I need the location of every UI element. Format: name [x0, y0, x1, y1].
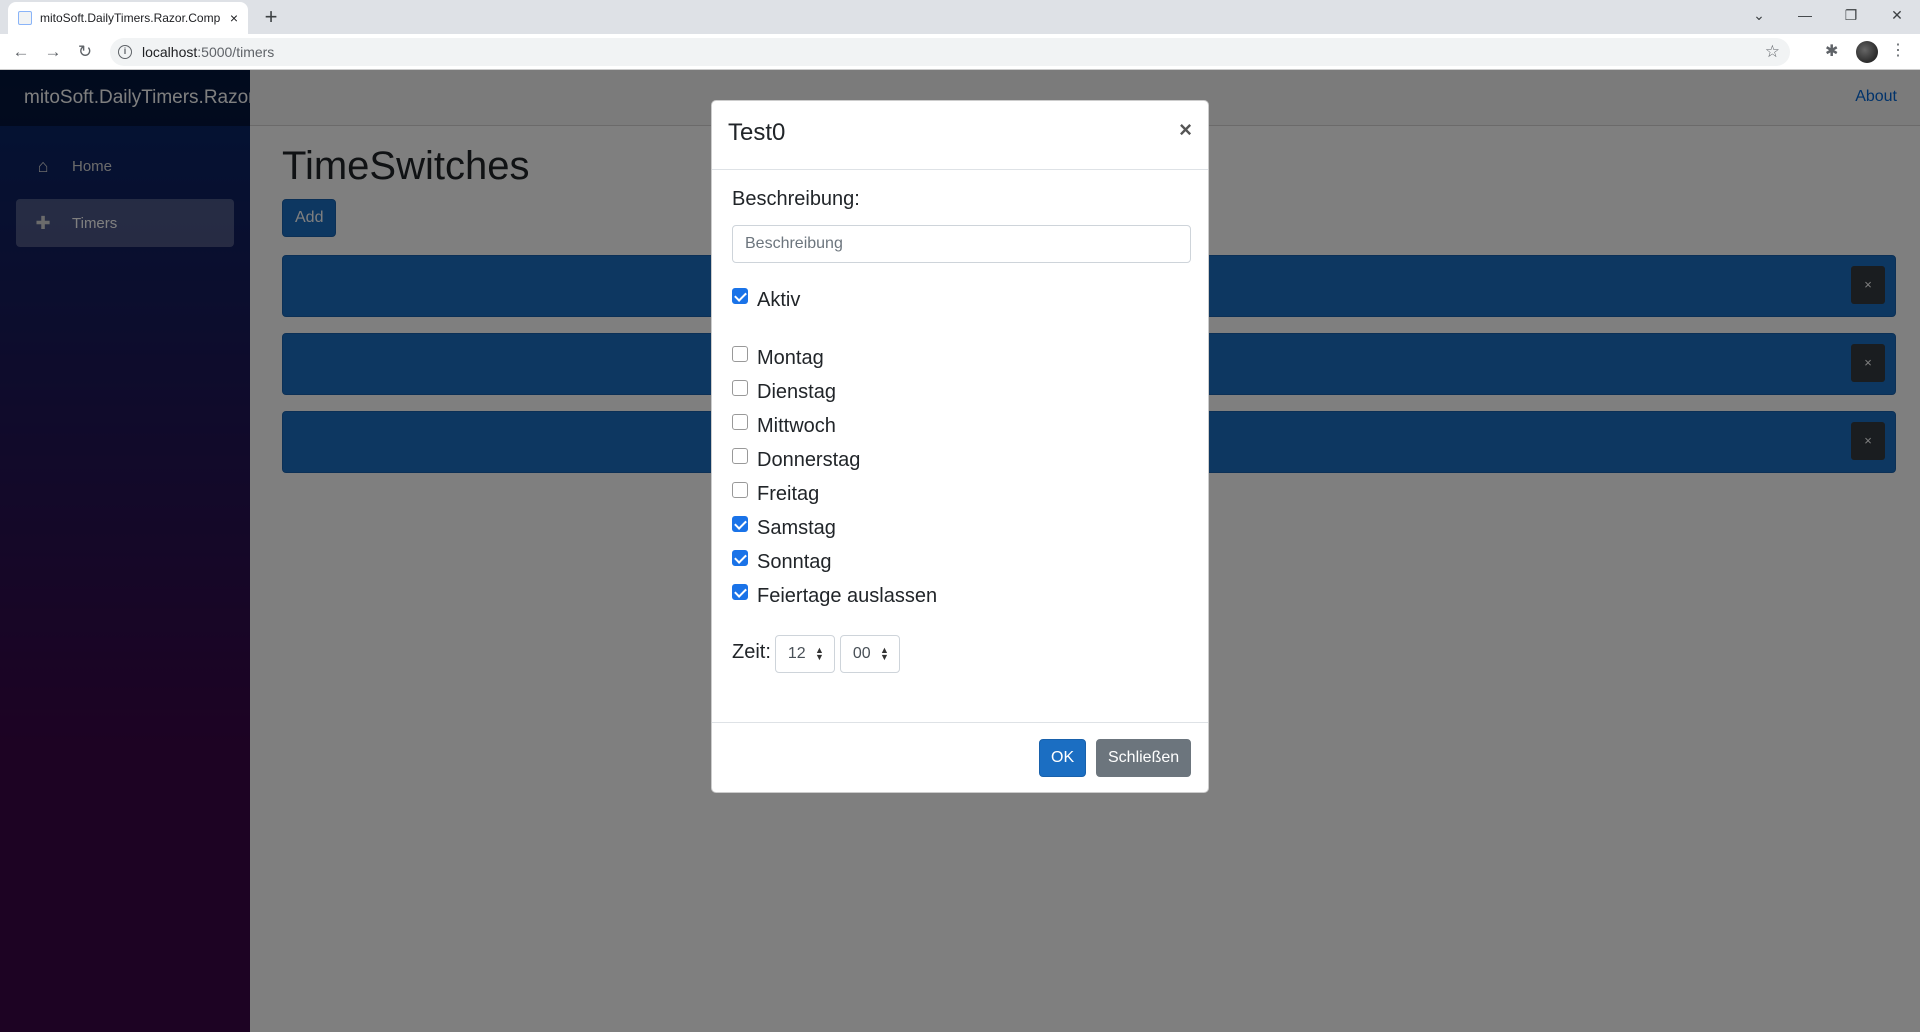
- reload-icon[interactable]: ↻: [71, 38, 99, 66]
- tab-close-icon[interactable]: ×: [230, 10, 238, 26]
- day-checkbox-row[interactable]: Freitag: [732, 477, 1188, 511]
- ok-button[interactable]: OK: [1039, 739, 1087, 777]
- active-checkbox-row[interactable]: Aktiv: [732, 283, 1188, 317]
- minute-select[interactable]: 00 ▲ ▼: [839, 635, 900, 673]
- hour-select[interactable]: 12 ▲ ▼: [774, 635, 835, 673]
- modal-footer: OK Schließen: [712, 722, 1208, 792]
- day-checkbox-row[interactable]: Dienstag: [732, 375, 1188, 409]
- browser-menu-icon[interactable]: ⋮: [1890, 40, 1906, 60]
- skip-holidays-label: Feiertage auslassen: [757, 584, 938, 607]
- active-label: Aktiv: [757, 288, 801, 311]
- day-label: Freitag: [757, 482, 820, 505]
- modal-body: Beschreibung: Aktiv Montag Dienstag Mitt…: [712, 170, 1208, 673]
- day-label: Sonntag: [757, 550, 832, 573]
- day-label: Mittwoch: [757, 414, 836, 437]
- window-close-icon[interactable]: ✕: [1874, 0, 1920, 30]
- day-checkbox-row[interactable]: Sonntag: [732, 545, 1188, 579]
- day-checkbox-row[interactable]: Montag: [732, 341, 1188, 375]
- active-checkbox[interactable]: [732, 288, 748, 304]
- url-host: localhost: [142, 44, 198, 60]
- modal-header: Test0 ×: [712, 101, 1208, 170]
- extensions-icon[interactable]: ✱: [1825, 41, 1838, 61]
- select-arrows-icon: ▲ ▼: [879, 645, 889, 662]
- close-button[interactable]: Schließen: [1096, 739, 1192, 777]
- hour-value: 12: [787, 645, 806, 662]
- new-tab-button[interactable]: +: [258, 4, 284, 30]
- tab-search-icon[interactable]: ⌄: [1736, 0, 1782, 30]
- day-checkbox[interactable]: [732, 482, 748, 498]
- holiday-checkbox-row[interactable]: Feiertage auslassen: [732, 579, 1188, 613]
- day-label: Montag: [757, 346, 824, 369]
- day-checkbox-row[interactable]: Samstag: [732, 511, 1188, 545]
- day-checkbox-row[interactable]: Donnerstag: [732, 443, 1188, 477]
- day-checkbox[interactable]: [732, 516, 748, 532]
- restore-icon[interactable]: ❐: [1828, 0, 1874, 30]
- skip-holidays-checkbox[interactable]: [732, 584, 748, 600]
- minute-value: 00: [852, 645, 871, 662]
- profile-avatar[interactable]: [1856, 41, 1878, 63]
- modal-title: Test0: [728, 119, 786, 146]
- day-checkbox[interactable]: [732, 380, 748, 396]
- url-text: localhost:5000/timers: [142, 44, 274, 60]
- day-checkbox[interactable]: [732, 414, 748, 430]
- day-checkbox[interactable]: [732, 550, 748, 566]
- page-favicon-icon: [18, 11, 32, 25]
- minimize-icon[interactable]: —: [1782, 0, 1828, 30]
- day-label: Donnerstag: [757, 448, 861, 471]
- url-path: :5000/timers: [197, 44, 275, 60]
- day-checkbox[interactable]: [732, 346, 748, 362]
- day-checkbox-row[interactable]: Mittwoch: [732, 409, 1188, 443]
- forward-icon[interactable]: →: [39, 38, 67, 66]
- tab-title: mitoSoft.DailyTimers.Razor.Comp: [40, 11, 221, 25]
- timer-edit-dialog: Test0 × Beschreibung: Aktiv Montag Diens…: [711, 100, 1209, 793]
- time-label: Zeit:: [732, 640, 771, 663]
- description-label: Beschreibung:: [732, 188, 860, 210]
- modal-close-icon[interactable]: ×: [1179, 117, 1192, 143]
- day-label: Samstag: [757, 516, 836, 539]
- address-bar[interactable]: i localhost:5000/timers ☆: [110, 38, 1790, 66]
- back-icon[interactable]: ←: [7, 38, 35, 66]
- site-info-icon[interactable]: i: [118, 45, 132, 59]
- weekday-list: Montag Dienstag Mittwoch Donnerstag Frei…: [732, 341, 1188, 613]
- select-arrows-icon: ▲ ▼: [814, 645, 824, 662]
- time-row: Zeit: 12 ▲ ▼ 00 ▲ ▼: [732, 635, 1188, 673]
- browser-tabstrip: mitoSoft.DailyTimers.Razor.Comp × + ⌄ — …: [0, 0, 1920, 34]
- day-checkbox[interactable]: [732, 448, 748, 464]
- bookmark-star-icon[interactable]: ☆: [1765, 42, 1780, 62]
- day-label: Dienstag: [757, 380, 836, 403]
- browser-tab[interactable]: mitoSoft.DailyTimers.Razor.Comp ×: [8, 2, 248, 34]
- description-input[interactable]: [732, 225, 1191, 263]
- browser-toolbar: ← → ↻ i localhost:5000/timers ☆ ✱: [0, 34, 1920, 70]
